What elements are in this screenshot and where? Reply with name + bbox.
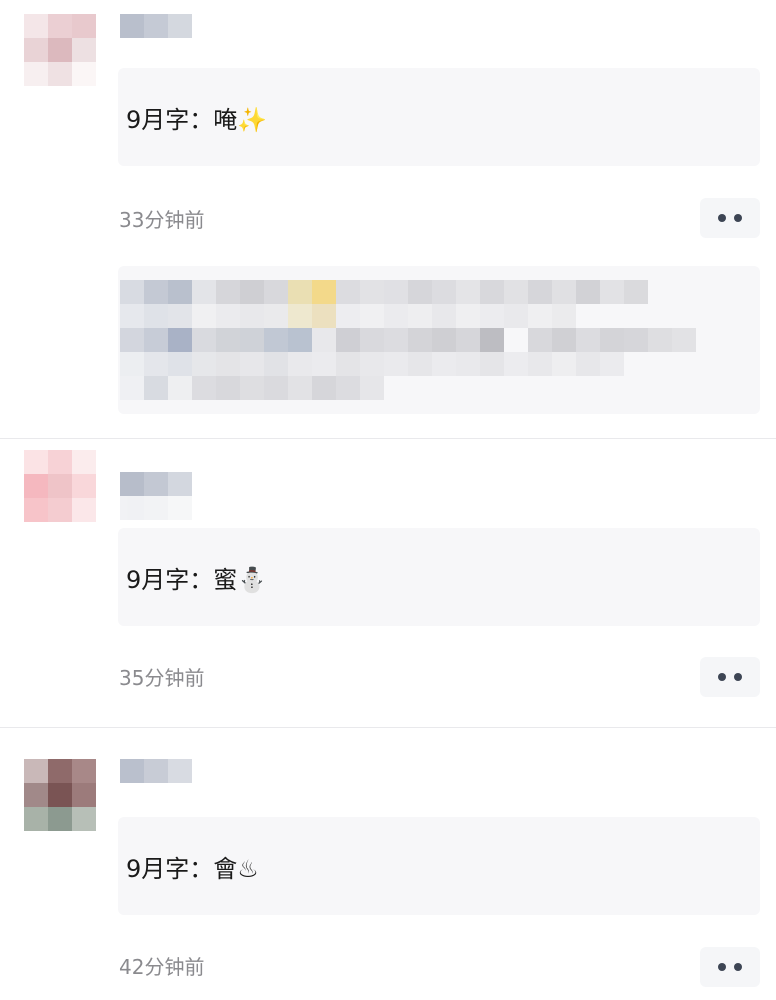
comment-time: 33分钟前 (119, 208, 205, 232)
divider (0, 438, 776, 439)
more-button[interactable] (700, 198, 760, 238)
more-dots-icon (718, 214, 726, 222)
username-blurred[interactable] (120, 472, 192, 496)
more-dots-icon (718, 673, 726, 681)
quoted-content-blurred[interactable] (118, 266, 760, 414)
comment-bubble[interactable]: 9月字：唵✨ (118, 68, 760, 166)
avatar[interactable] (24, 450, 96, 522)
hot-springs-icon: ♨ (237, 854, 259, 883)
comment-text: 9月字：唵✨ (126, 105, 268, 134)
comment-time: 42分钟前 (119, 955, 205, 979)
snowman-icon: ⛄ (237, 565, 268, 594)
username-blurred[interactable] (120, 759, 192, 783)
avatar[interactable] (24, 14, 96, 86)
comment-item: 9月字：會♨ 42分钟前 (0, 729, 776, 1000)
comment-bubble[interactable]: 9月字：會♨ (118, 817, 760, 915)
comment-text: 9月字：蜜⛄ (126, 565, 268, 594)
comment-item: 9月字：蜜⛄ 35分钟前 (0, 440, 776, 727)
comment-time: 35分钟前 (119, 666, 205, 690)
more-dots-icon (718, 963, 726, 971)
more-button[interactable] (700, 657, 760, 697)
sparkles-icon: ✨ (237, 105, 268, 134)
divider (0, 727, 776, 728)
comment-bubble[interactable]: 9月字：蜜⛄ (118, 528, 760, 626)
comment-text: 9月字：會♨ (126, 854, 259, 883)
comment-item: 9月字：唵✨ 33分钟前 (0, 0, 776, 438)
username-blurred[interactable] (120, 14, 192, 38)
more-button[interactable] (700, 947, 760, 987)
avatar[interactable] (24, 759, 96, 831)
